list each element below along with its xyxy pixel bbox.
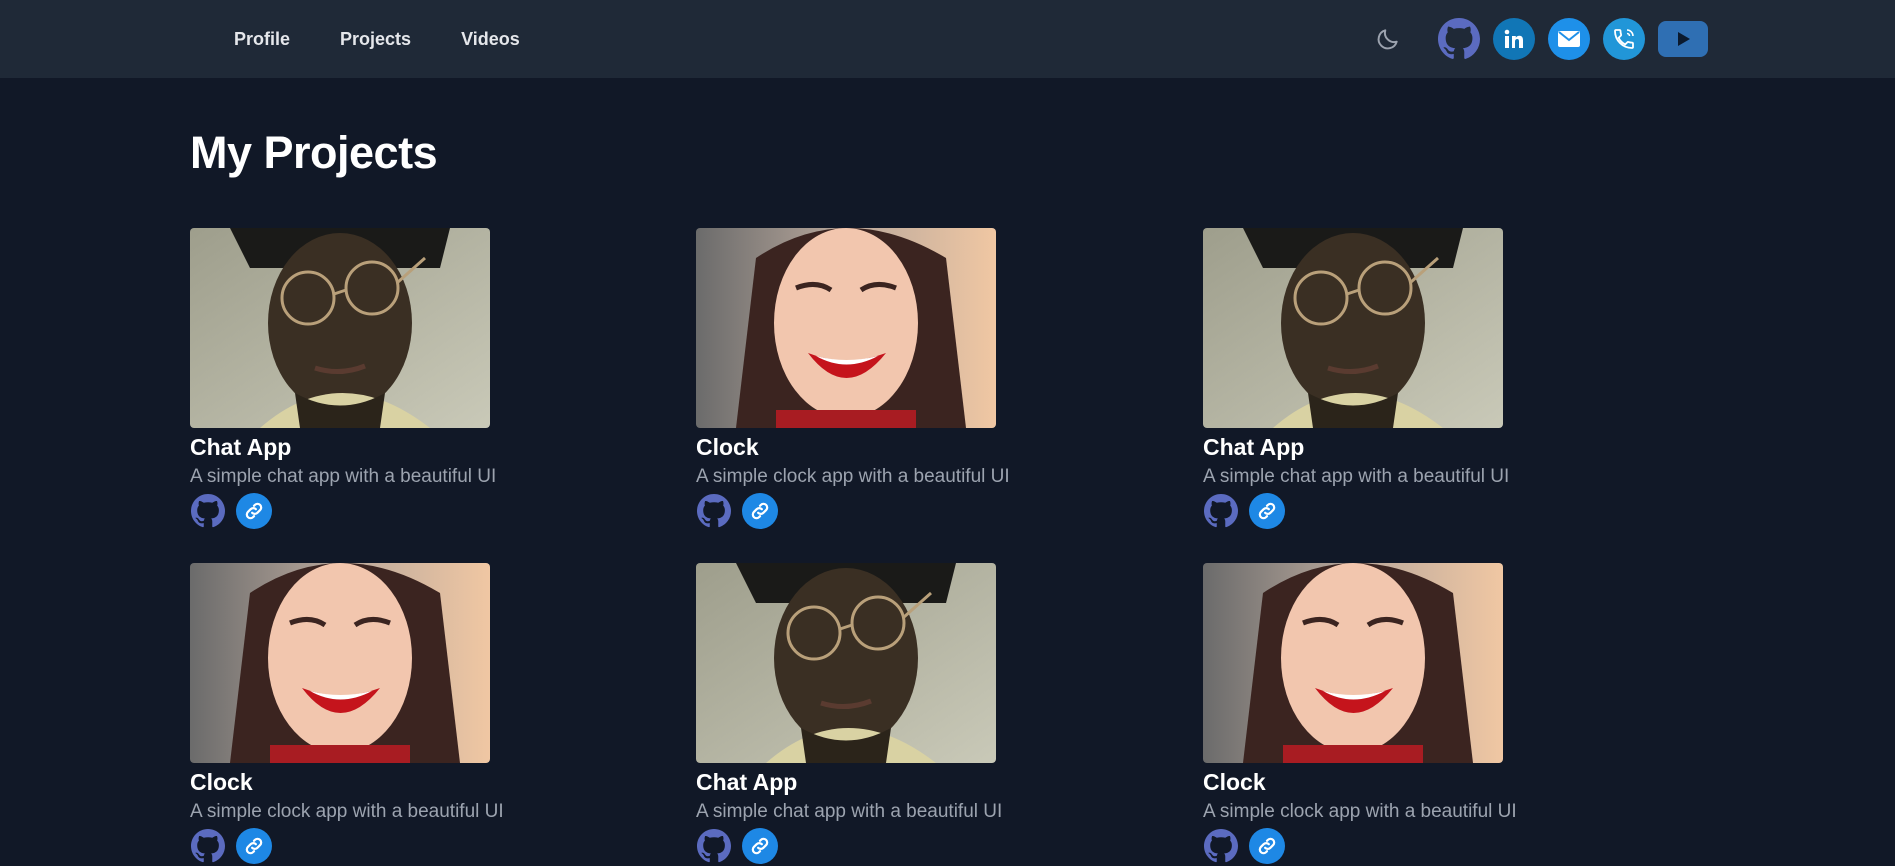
project-card: Chat App A simple chat app with a beauti… — [696, 563, 1016, 864]
project-card: Chat App A simple chat app with a beauti… — [190, 228, 510, 529]
project-description: A simple clock app with a beautiful UI — [696, 466, 1010, 487]
project-thumbnail-man — [696, 563, 996, 763]
project-card: Clock A simple clock app with a beautifu… — [1203, 563, 1523, 864]
project-title: Chat App — [190, 434, 292, 460]
project-link-icon[interactable] — [742, 493, 778, 529]
project-link-icon[interactable] — [1249, 493, 1285, 529]
project-github-icon[interactable] — [1203, 493, 1239, 529]
project-links — [190, 493, 510, 529]
project-links — [696, 493, 1016, 529]
project-description: A simple chat app with a beautiful UI — [1203, 466, 1510, 487]
theme-toggle-moon-icon[interactable] — [1372, 23, 1404, 55]
phone-icon[interactable] — [1603, 18, 1645, 60]
project-link-icon[interactable] — [236, 828, 272, 864]
project-thumbnail-woman — [1203, 563, 1503, 763]
page-title: My Projects — [190, 127, 438, 178]
youtube-icon[interactable] — [1658, 21, 1708, 57]
project-description: A simple clock app with a beautiful UI — [1203, 801, 1517, 822]
project-title: Chat App — [696, 769, 798, 795]
project-card: Chat App A simple chat app with a beauti… — [1203, 228, 1523, 529]
main-nav: Profile Projects Videos — [234, 0, 570, 78]
project-thumbnail-woman — [696, 228, 996, 428]
mail-icon[interactable] — [1548, 18, 1590, 60]
project-link-icon[interactable] — [1249, 828, 1285, 864]
project-description: A simple chat app with a beautiful UI — [696, 801, 1003, 822]
project-description: A simple chat app with a beautiful UI — [190, 466, 497, 487]
project-links — [1203, 493, 1523, 529]
project-title: Clock — [696, 434, 759, 460]
project-card: Clock A simple clock app with a beautifu… — [190, 563, 510, 864]
project-github-icon[interactable] — [696, 493, 732, 529]
project-link-icon[interactable] — [742, 828, 778, 864]
project-title: Chat App — [1203, 434, 1305, 460]
nav-link-profile[interactable]: Profile — [234, 29, 290, 50]
project-link-icon[interactable] — [236, 493, 272, 529]
nav-link-projects[interactable]: Projects — [340, 29, 411, 50]
project-title: Clock — [190, 769, 253, 795]
project-thumbnail-man — [190, 228, 490, 428]
project-github-icon[interactable] — [1203, 828, 1239, 864]
nav-right-actions — [1372, 16, 1721, 62]
project-github-icon[interactable] — [190, 828, 226, 864]
nav-link-videos[interactable]: Videos — [461, 29, 520, 50]
project-links — [190, 828, 510, 864]
project-links — [1203, 828, 1523, 864]
linkedin-icon[interactable] — [1493, 18, 1535, 60]
project-title: Clock — [1203, 769, 1266, 795]
top-navbar: Profile Projects Videos — [0, 0, 1895, 78]
project-description: A simple clock app with a beautiful UI — [190, 801, 504, 822]
project-thumbnail-woman — [190, 563, 490, 763]
project-github-icon[interactable] — [190, 493, 226, 529]
project-links — [696, 828, 1016, 864]
project-github-icon[interactable] — [696, 828, 732, 864]
project-thumbnail-man — [1203, 228, 1503, 428]
github-icon[interactable] — [1438, 18, 1480, 60]
project-card: Clock A simple clock app with a beautifu… — [696, 228, 1016, 529]
